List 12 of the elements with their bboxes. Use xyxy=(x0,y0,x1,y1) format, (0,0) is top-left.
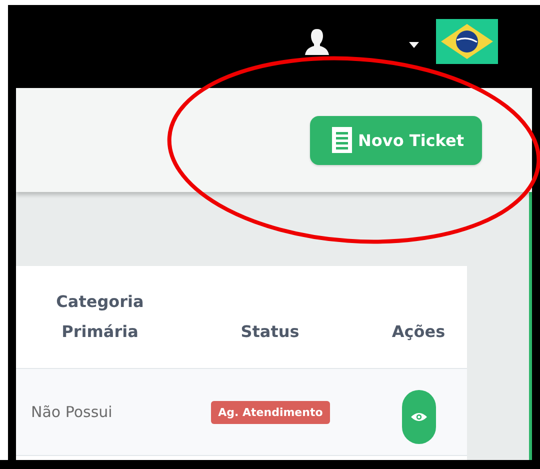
new-ticket-button[interactable]: Novo Ticket xyxy=(310,116,482,164)
table-cell: Não Possui xyxy=(31,403,112,421)
eye-icon xyxy=(410,412,427,422)
view-button[interactable] xyxy=(402,390,436,444)
status-badge: Ag. Atendimento xyxy=(211,400,330,424)
receipt-icon xyxy=(332,127,352,153)
column-header: Categoria Primária xyxy=(55,291,145,343)
user-icon[interactable] xyxy=(302,27,332,57)
column-header: Ações xyxy=(392,321,446,343)
column-header: Status xyxy=(240,321,300,343)
flag-icon[interactable] xyxy=(436,19,498,64)
caret-icon[interactable] xyxy=(409,42,419,48)
